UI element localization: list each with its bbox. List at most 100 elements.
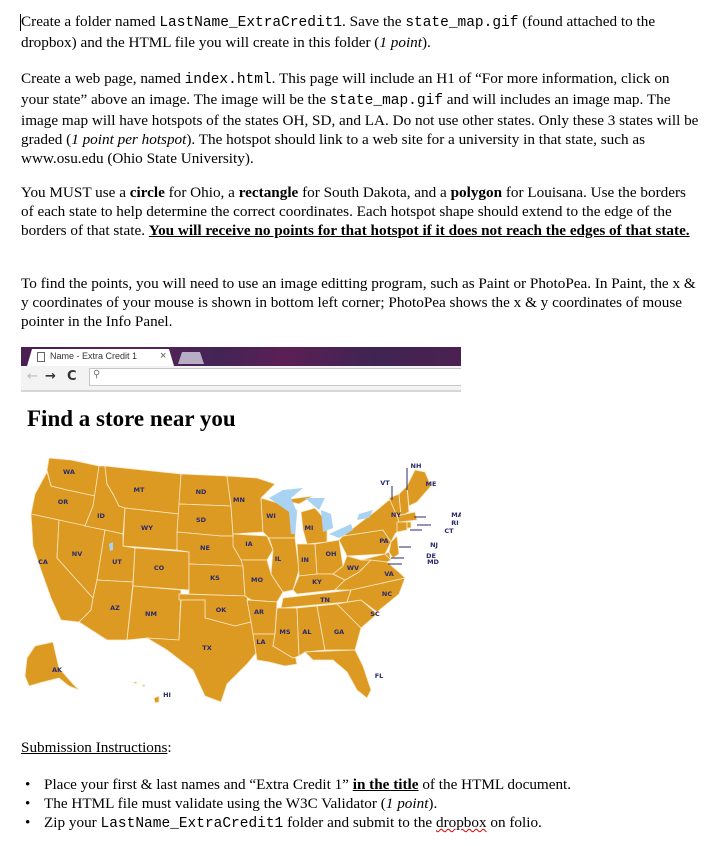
points-note: 1 point — [379, 34, 422, 51]
text: Create a web page, named — [21, 70, 185, 87]
state-ia — [232, 533, 274, 561]
state-label-ks: KS — [210, 574, 220, 582]
state-label-az: AZ — [110, 604, 120, 612]
html-filename-code: index.html — [184, 72, 272, 88]
state-label-wv: WV — [347, 564, 359, 572]
state-label-il: IL — [275, 555, 282, 563]
state-label-id: ID — [97, 512, 105, 520]
text: Place your first & last names and “Extra… — [44, 776, 353, 793]
spellcheck-word: dropbox — [435, 814, 487, 831]
text: folder and submit to the — [283, 814, 436, 831]
browser-toolbar: ← → C ⚲ — [21, 366, 461, 392]
gif-filename-code: state_map.gif — [405, 15, 519, 31]
state-me — [406, 469, 432, 507]
text: ). — [428, 795, 438, 812]
state-fl — [304, 649, 372, 699]
state-label-ut: UT — [112, 558, 122, 566]
text: Create a folder named — [21, 13, 160, 30]
state-label-nc: NC — [382, 590, 392, 598]
submission-list: • Place your first & last names and “Ext… — [21, 775, 571, 834]
state-label-nd: ND — [196, 488, 207, 496]
submission-heading: Submission Instructions: — [21, 738, 701, 757]
close-icon: × — [160, 350, 167, 362]
new-tab-button — [178, 352, 204, 364]
state-label-ct: CT — [444, 527, 454, 535]
text: on folio. — [486, 814, 542, 831]
state-label-nh: NH — [411, 462, 422, 470]
state-label-al: AL — [302, 628, 311, 636]
state-ri — [406, 521, 412, 529]
state-label-mn: MN — [233, 496, 245, 504]
list-item: • Zip your LastName_ExtraCredit1 folder … — [21, 813, 571, 834]
state-label-sd: SD — [196, 516, 207, 524]
state-label-nv: NV — [72, 550, 82, 558]
instructions-paragraph-3: You MUST use a circle for Ohio, a rectan… — [21, 183, 701, 240]
state-label-sc: SC — [370, 610, 380, 618]
state-label-vt: VT — [380, 479, 390, 487]
folder-name-code: LastName_ExtraCredit1 — [100, 816, 284, 832]
state-ct — [396, 521, 408, 533]
state-label-ar: AR — [254, 608, 264, 616]
state-label-md: MD — [427, 558, 439, 566]
instructions-paragraph-2: Create a web page, named index.html. Thi… — [21, 69, 701, 168]
state-label-ri: RI — [451, 519, 458, 527]
gif-filename-code: state_map.gif — [329, 93, 443, 109]
state-label-me: ME — [426, 480, 437, 488]
text: for Ohio, a — [164, 184, 239, 201]
tab-strip: Name - Extra Credit 1 × — [21, 347, 461, 366]
text: : — [167, 739, 172, 756]
state-label-ga: GA — [334, 628, 344, 636]
us-state-map: WA OR CA ID NV MT WY UT AZ CO NM ND SD NE KS OK TX MN IA MO… — [24, 457, 461, 704]
bullet: • — [25, 795, 31, 812]
state-label-wi: WI — [266, 512, 276, 520]
text: Zip your — [44, 814, 101, 831]
state-label-co: CO — [154, 564, 165, 572]
points-note: 1 point per hotspot — [71, 131, 187, 148]
bullet: • — [25, 776, 31, 793]
state-label-ok: OK — [216, 606, 228, 614]
points-note: 1 point — [385, 795, 429, 812]
text: . Save the — [342, 13, 406, 30]
text: You MUST use a — [21, 184, 130, 201]
state-label-or: OR — [58, 498, 69, 506]
state-label-ms: MS — [279, 628, 290, 636]
state-label-nj: NJ — [430, 541, 438, 549]
text: The HTML file must validate using the W3… — [44, 795, 386, 812]
shape-circle: circle — [129, 184, 165, 201]
state-label-tn: TN — [320, 596, 330, 604]
state-label-ma: MA — [451, 511, 461, 519]
state-label-ia: IA — [245, 540, 252, 548]
warning-text: You will receive no points for that hots… — [148, 222, 690, 239]
search-icon: ⚲ — [93, 369, 101, 380]
shape-polygon: polygon — [450, 184, 503, 201]
state-label-hi: HI — [163, 691, 171, 699]
state-label-ne: NE — [200, 544, 210, 552]
state-label-oh: OH — [326, 550, 337, 558]
state-label-va: VA — [384, 570, 394, 578]
state-label-tx: TX — [202, 644, 211, 652]
tab-title: Name - Extra Credit 1 — [50, 351, 138, 361]
state-label-pa: PA — [379, 537, 388, 545]
state-label-nm: NM — [145, 610, 157, 618]
state-label-mo: MO — [251, 576, 263, 584]
state-label-mt: MT — [134, 486, 145, 494]
instructions-paragraph-1: Create a folder named LastName_ExtraCred… — [21, 12, 701, 52]
state-label-mi: MI — [305, 524, 314, 532]
text: To find the points, you will need to use… — [21, 275, 696, 330]
state-label-ny: NY — [391, 511, 401, 519]
state-label-la: LA — [256, 638, 265, 646]
state-label-ca: CA — [38, 558, 48, 566]
back-icon: ← — [27, 369, 38, 384]
state-label-wa: WA — [63, 468, 75, 476]
reload-icon: C — [67, 369, 77, 384]
state-label-ak: AK — [52, 666, 63, 674]
address-bar: ⚲ — [89, 368, 461, 386]
list-item: • Place your first & last names and “Ext… — [21, 775, 571, 794]
text: ). — [421, 34, 431, 51]
state-label-wy: WY — [141, 524, 153, 532]
state-hi — [131, 681, 160, 704]
shape-rectangle: rectangle — [238, 184, 299, 201]
document-icon — [37, 352, 45, 362]
bullet: • — [25, 814, 31, 831]
text: for South Dakota, and a — [298, 184, 451, 201]
